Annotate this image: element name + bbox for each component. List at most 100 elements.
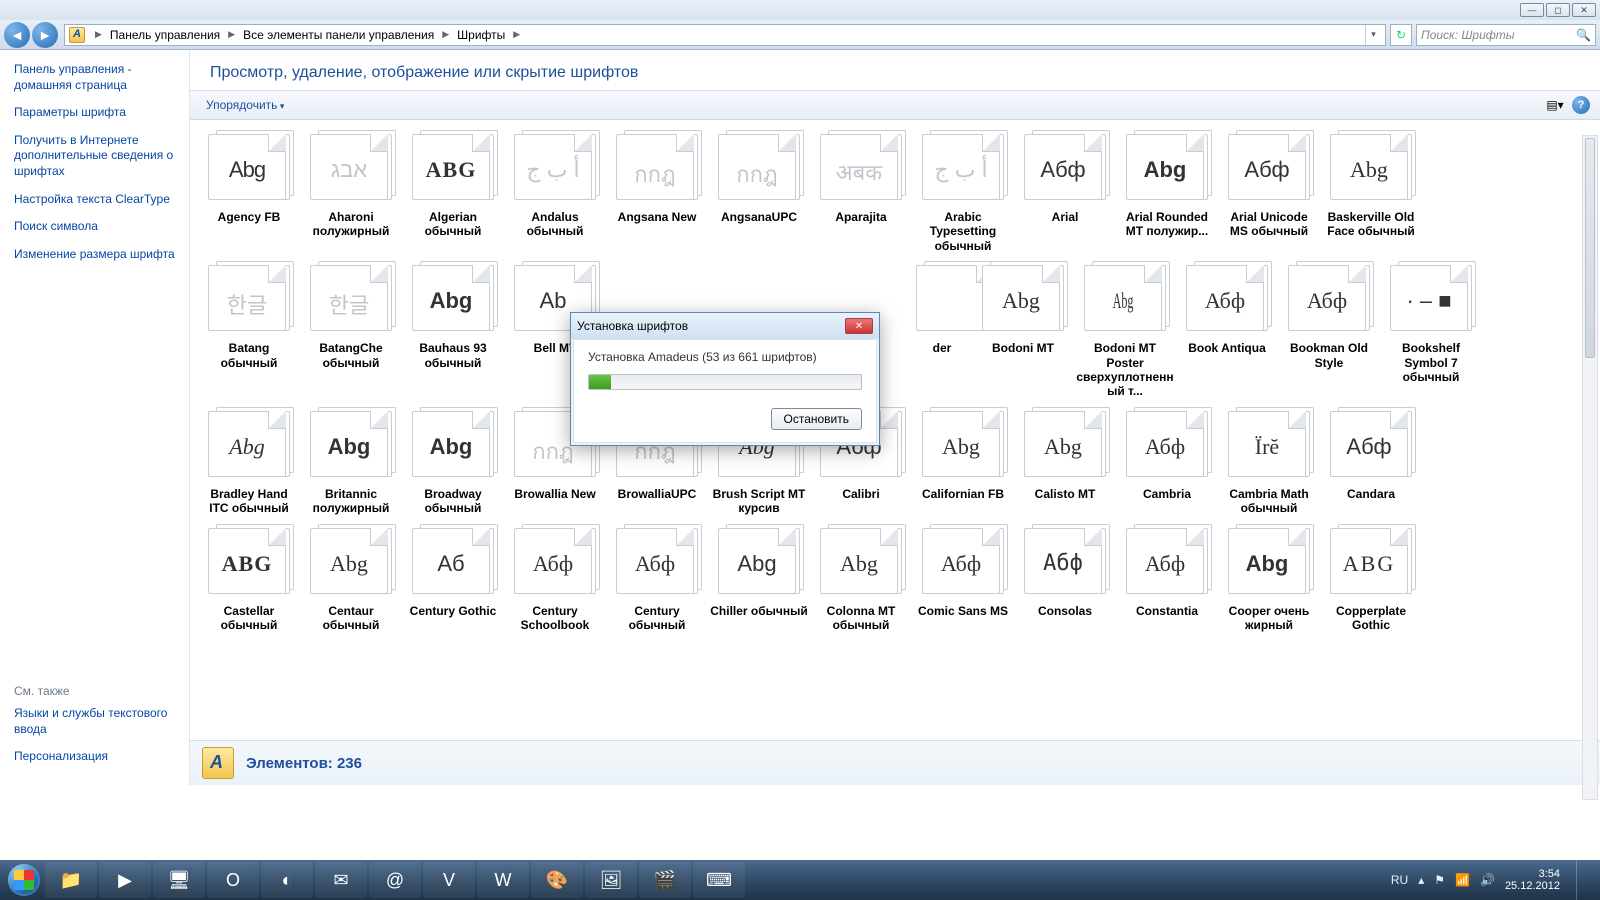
font-item[interactable]: AbgBaskerville Old Face обычный	[1320, 130, 1422, 253]
font-item[interactable]: АбфCambria	[1116, 407, 1218, 516]
font-item[interactable]: أ ب جAndalus обычный	[504, 130, 606, 253]
taskbar-app[interactable]: 🎬	[639, 862, 691, 898]
font-item[interactable]: 한글BatangChe обычный	[300, 261, 402, 399]
show-desktop-button[interactable]	[1576, 860, 1588, 900]
font-item[interactable]: AbgBauhaus 93 обычный	[402, 261, 504, 399]
close-button[interactable]: ✕	[1572, 3, 1596, 17]
sidebar-link-online-info[interactable]: Получить в Интернете дополнительные свед…	[14, 133, 181, 180]
font-item[interactable]: der	[912, 261, 972, 399]
font-item[interactable]: AbgColonna MT обычный	[810, 524, 912, 633]
sidebar-link-home[interactable]: Панель управления - домашняя страница	[14, 62, 181, 93]
minimize-button[interactable]: —	[1520, 3, 1544, 17]
sidebar-link-personalization[interactable]: Персонализация	[14, 749, 181, 765]
font-item[interactable]: กกฎAngsanaUPC	[708, 130, 810, 253]
taskbar-app[interactable]: W	[477, 862, 529, 898]
taskbar-app[interactable]: ▶	[99, 862, 151, 898]
font-name: Colonna MT обычный	[810, 604, 912, 633]
taskbar-app[interactable]: ✉	[315, 862, 367, 898]
font-item[interactable]: AbgBodoni MT Poster сверхуплотненный т..…	[1074, 261, 1176, 399]
font-item[interactable]: अबकAparajita	[810, 130, 912, 253]
font-item[interactable]: АбфCandara	[1320, 407, 1422, 516]
tray-chevron-icon[interactable]: ▴	[1418, 873, 1424, 887]
font-name: der	[912, 341, 972, 355]
taskbar-app[interactable]: 🎨	[531, 862, 583, 898]
lang-indicator[interactable]: RU	[1391, 873, 1408, 887]
font-item[interactable]: АбфBook Antiqua	[1176, 261, 1278, 399]
stop-button[interactable]: Остановить	[771, 408, 863, 430]
help-icon[interactable]: ?	[1572, 96, 1590, 114]
font-item[interactable]: AbgCalisto MT	[1014, 407, 1116, 516]
start-button[interactable]	[4, 860, 44, 900]
tray-flag-icon[interactable]: ⚑	[1434, 873, 1445, 887]
font-item[interactable]: أ ب جArabic Typesetting обычный	[912, 130, 1014, 253]
font-item[interactable]: AbgArial Rounded MT полужир...	[1116, 130, 1218, 253]
font-item[interactable]: AbgBroadway обычный	[402, 407, 504, 516]
clock[interactable]: 3:54 25.12.2012	[1505, 868, 1560, 892]
maximize-button[interactable]: ◻	[1546, 3, 1570, 17]
font-item[interactable]: · ‒ ■Bookshelf Symbol 7 обычный	[1380, 261, 1482, 399]
font-item[interactable]: AbgCentaur обычный	[300, 524, 402, 633]
tray-volume-icon[interactable]: 🔊	[1480, 873, 1495, 887]
scrollbar-thumb[interactable]	[1585, 138, 1595, 358]
font-name: Consolas	[1014, 604, 1116, 618]
back-button[interactable]: ◄	[4, 22, 30, 48]
refresh-button[interactable]: ↻	[1390, 24, 1412, 46]
font-name: AngsanaUPC	[708, 210, 810, 224]
taskbar-app[interactable]: ◐	[261, 862, 313, 898]
font-item[interactable]: AbgBradley Hand ITC обычный	[198, 407, 300, 516]
sidebar-see-also-label: См. также	[14, 684, 181, 698]
sidebar: Панель управления - домашняя страница Па…	[0, 50, 190, 785]
taskbar-app[interactable]: 🖼	[585, 862, 637, 898]
breadcrumb[interactable]: Панель управления	[106, 28, 224, 42]
tray-network-icon[interactable]: 📶	[1455, 873, 1470, 887]
taskbar-app[interactable]: 📁	[45, 862, 97, 898]
font-item[interactable]: אבגAharoni полужирный	[300, 130, 402, 253]
font-name: BatangChe обычный	[300, 341, 402, 370]
font-item[interactable]: АбфCentury обычный	[606, 524, 708, 633]
font-item[interactable]: AbgCalifornian FB	[912, 407, 1014, 516]
font-item[interactable]: ABGCastellar обычный	[198, 524, 300, 633]
sidebar-link-font-size[interactable]: Изменение размера шрифта	[14, 247, 181, 263]
forward-button[interactable]: ►	[32, 22, 58, 48]
taskbar-app[interactable]: @	[369, 862, 421, 898]
font-item[interactable]: АбCentury Gothic	[402, 524, 504, 633]
font-item[interactable]: ÏrĕCambria Math обычный	[1218, 407, 1320, 516]
address-bar[interactable]: ▶ Панель управления ▶ Все элементы панел…	[64, 24, 1386, 46]
font-item[interactable]: AbgAgency FB	[198, 130, 300, 253]
font-item[interactable]: АбфConsolas	[1014, 524, 1116, 633]
taskbar-app[interactable]: V	[423, 862, 475, 898]
font-item[interactable]: ABGAlgerian обычный	[402, 130, 504, 253]
font-item[interactable]: АбфCentury Schoolbook	[504, 524, 606, 633]
sidebar-link-char-search[interactable]: Поиск символа	[14, 219, 181, 235]
progress-bar	[588, 374, 862, 390]
search-input[interactable]: Поиск: Шрифты 🔍	[1416, 24, 1596, 46]
font-item[interactable]: ABGCopperplate Gothic	[1320, 524, 1422, 633]
breadcrumb[interactable]: Все элементы панели управления	[239, 28, 438, 42]
breadcrumb[interactable]: Шрифты	[453, 28, 509, 42]
font-item[interactable]: АбфComic Sans MS	[912, 524, 1014, 633]
taskbar-app[interactable]: O	[207, 862, 259, 898]
font-item[interactable]: AbgBritannic полужирный	[300, 407, 402, 516]
sidebar-link-font-settings[interactable]: Параметры шрифта	[14, 105, 181, 121]
font-item[interactable]: АбфArial Unicode MS обычный	[1218, 130, 1320, 253]
font-item[interactable]: AbgChiller обычный	[708, 524, 810, 633]
font-item[interactable]: กกฎAngsana New	[606, 130, 708, 253]
font-item[interactable]: 한글Batang обычный	[198, 261, 300, 399]
dialog-titlebar[interactable]: Установка шрифтов ✕	[571, 313, 879, 339]
taskbar-app[interactable]: 🖥	[153, 862, 205, 898]
taskbar-app[interactable]: ⌨	[693, 862, 745, 898]
sidebar-link-language-services[interactable]: Языки и службы текстового ввода	[14, 706, 181, 737]
font-item[interactable]: АбфArial	[1014, 130, 1116, 253]
dialog-close-button[interactable]: ✕	[845, 318, 873, 334]
organize-button[interactable]: Упорядочить	[200, 96, 290, 114]
font-item[interactable]: АбфBookman Old Style	[1278, 261, 1380, 399]
font-name: Californian FB	[912, 487, 1014, 501]
view-options-icon[interactable]: ▤▾	[1546, 96, 1564, 114]
font-name: Brush Script MT курсив	[708, 487, 810, 516]
scrollbar[interactable]	[1582, 135, 1598, 800]
address-dropdown[interactable]: ▾	[1365, 25, 1381, 45]
font-item[interactable]: AbgBodoni MT	[972, 261, 1074, 399]
font-item[interactable]: АбфConstantia	[1116, 524, 1218, 633]
sidebar-link-cleartype[interactable]: Настройка текста ClearType	[14, 192, 181, 208]
font-item[interactable]: AbgCooper очень жирный	[1218, 524, 1320, 633]
